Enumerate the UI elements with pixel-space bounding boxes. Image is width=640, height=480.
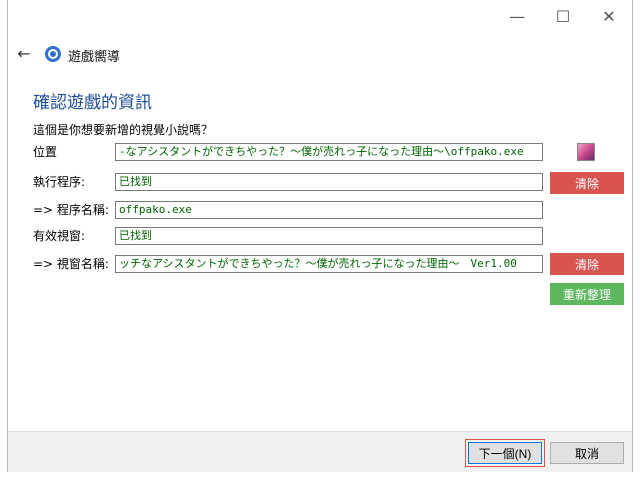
title-bar: — ☐ ✕: [8, 0, 632, 32]
page-heading: 確認遊戲的資訊: [33, 93, 152, 113]
location-field[interactable]: -なアシスタントができちやった？～僕が売れっ子になった理由～\offpako.e…: [115, 143, 543, 161]
cancel-button[interactable]: 取消: [550, 442, 624, 464]
nav-bar: ← 遊戲嚮導: [8, 38, 632, 68]
search-icon: [45, 46, 61, 62]
location-label: 位置: [33, 145, 58, 159]
window-name-label: => 視窗名稱:: [33, 257, 109, 271]
window-name-field[interactable]: ッチなアシスタントができちやった？～僕が売れっ子になった理由～ Ver1.00: [115, 255, 543, 273]
footer-bar: 下一個(N) 取消: [8, 431, 632, 472]
program-name-label: => 程序名稱:: [33, 203, 109, 217]
refresh-button[interactable]: 重新整理: [550, 283, 624, 305]
confirm-question: 這個是你想要新增的視覺小說嗎？: [33, 123, 214, 137]
wizard-window: — ☐ ✕ ← 遊戲嚮導 確認遊戲的資訊 這個是你想要新增的視覺小說嗎？ 位置 …: [7, 0, 633, 472]
game-thumbnail-icon: [577, 143, 595, 161]
close-button[interactable]: ✕: [586, 0, 632, 32]
clear-window-name-button[interactable]: 清除: [550, 253, 624, 275]
valid-window-label: 有效視窗:: [33, 229, 86, 243]
next-button[interactable]: 下一個(N): [465, 439, 545, 467]
maximize-button[interactable]: ☐: [540, 0, 586, 32]
executable-label: 執行程序:: [33, 175, 86, 189]
executable-field[interactable]: 已找到: [115, 173, 543, 191]
minimize-button[interactable]: —: [494, 0, 540, 32]
valid-window-field[interactable]: 已找到: [115, 227, 543, 245]
clear-executable-button[interactable]: 清除: [550, 172, 624, 194]
back-arrow-icon[interactable]: ←: [12, 42, 36, 64]
app-title: 遊戲嚮導: [68, 50, 121, 65]
program-name-field[interactable]: offpako.exe: [115, 201, 543, 219]
